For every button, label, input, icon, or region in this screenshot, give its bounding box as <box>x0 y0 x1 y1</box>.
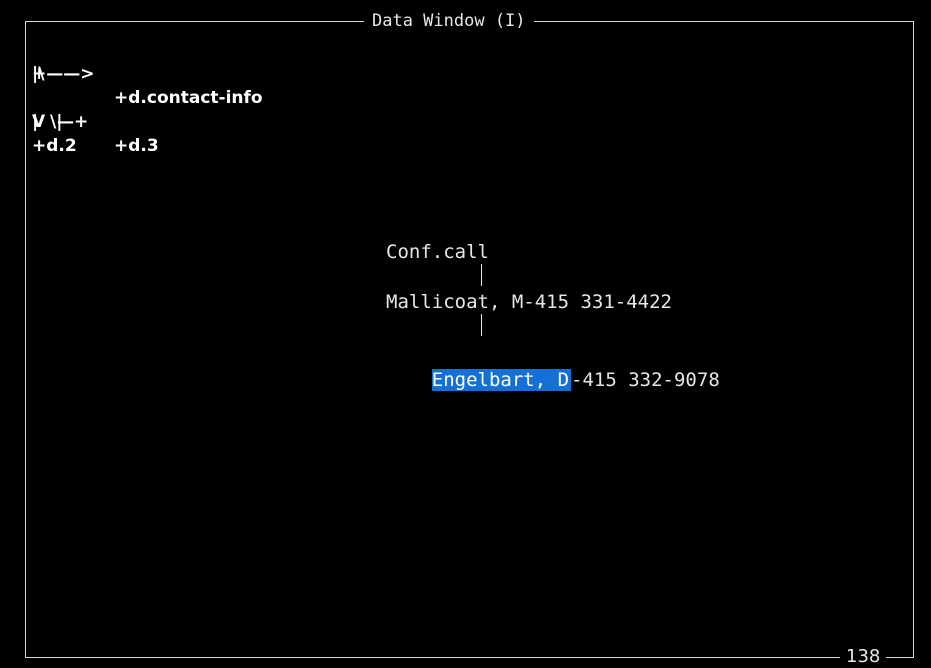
window-title: Data Window (I) <box>364 9 534 33</box>
tree-node-engelbart[interactable]: Engelbart, D -415 332-9078 <box>386 338 720 422</box>
page-number: 138 <box>840 645 887 668</box>
nav-row-4: V —+ <box>32 112 89 132</box>
tree-node-mallicoat[interactable]: Mallicoat, M-415 331-4422 <box>386 288 672 316</box>
tree-node-engelbart-phone: -415 332-9078 <box>571 369 720 391</box>
tree-connector <box>481 264 482 286</box>
tree-node-conf-call[interactable]: Conf.call <box>386 238 489 266</box>
selected-node-label[interactable]: Engelbart, D <box>431 369 572 391</box>
link-d3[interactable]: +d.3 <box>114 134 159 158</box>
nav-row-2: |\ <box>32 64 45 84</box>
link-d2[interactable]: +d.2 <box>32 134 77 158</box>
tree-connector <box>481 314 482 336</box>
